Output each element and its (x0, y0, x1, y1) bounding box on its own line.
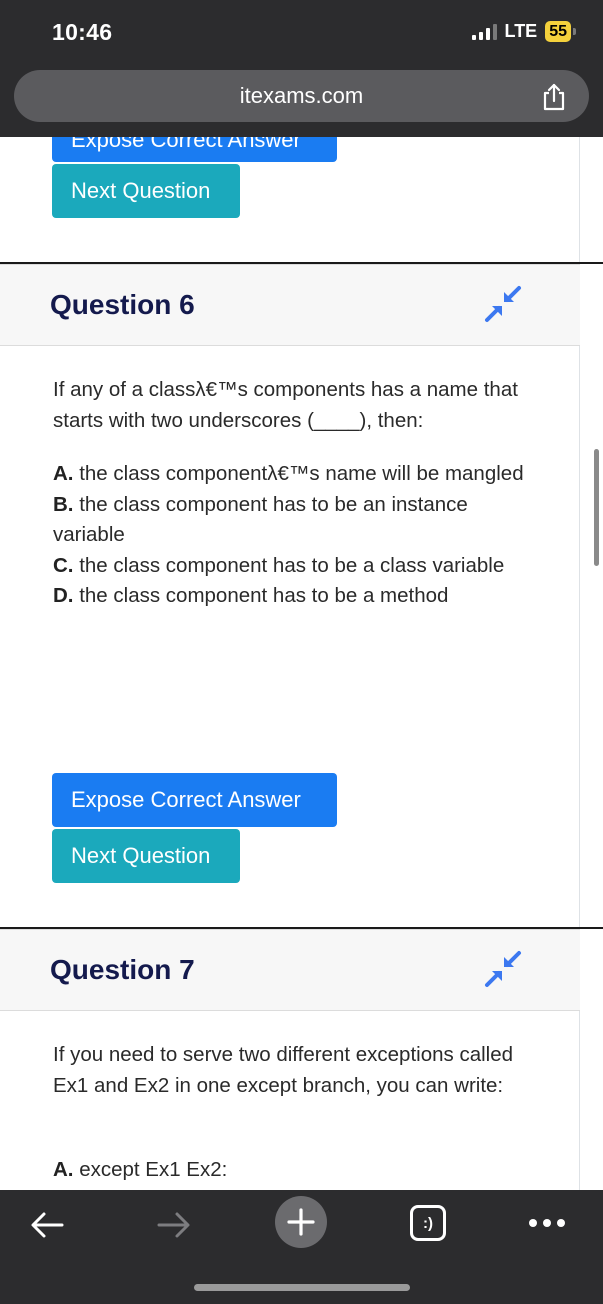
answer-b: B. the class component has to be an inst… (53, 492, 468, 547)
browser-top-chrome: 10:46 LTE 55 itexams.com (0, 0, 603, 137)
answer-a: A. except Ex1 Ex2: (53, 1158, 228, 1181)
compress-icon[interactable] (484, 285, 522, 323)
more-icon[interactable] (527, 1218, 567, 1228)
home-indicator[interactable] (194, 1284, 410, 1291)
signal-icon (471, 23, 497, 40)
scrollbar-thumb[interactable] (594, 449, 599, 566)
status-indicators: LTE 55 (471, 21, 576, 42)
url-text: itexams.com (239, 83, 364, 108)
plus-icon[interactable] (275, 1196, 327, 1248)
question-6-text: If any of a classλ€™s components has a n… (53, 378, 518, 432)
battery-icon: 55 (545, 21, 576, 42)
question-7-header: Question 7 (0, 929, 580, 1011)
next-question-button[interactable]: Next Question (52, 829, 240, 883)
address-bar[interactable]: itexams.com (14, 70, 589, 122)
question-6-title: Question 6 (50, 289, 195, 320)
tabs-icon[interactable]: :) (410, 1205, 446, 1241)
back-arrow-icon[interactable] (28, 1208, 66, 1242)
compress-icon[interactable] (484, 950, 522, 988)
answer-d: D. the class component has to be a metho… (53, 584, 449, 607)
web-page: Expose Correct Answer Next Question Ques… (0, 0, 603, 1304)
share-icon[interactable] (541, 83, 567, 111)
forward-arrow-icon[interactable] (155, 1208, 193, 1242)
answer-a: A. the class componentλ€™s name will be … (53, 462, 524, 485)
next-question-button-prev[interactable]: Next Question (52, 164, 240, 218)
status-time: 10:46 (52, 19, 113, 45)
answer-c: C. the class component has to be a class… (53, 553, 505, 577)
network-type: LTE (504, 21, 538, 41)
question-7-title: Question 7 (50, 954, 195, 985)
expose-correct-answer-button[interactable]: Expose Correct Answer (52, 773, 337, 827)
question-7-answers: A. except Ex1 Ex2: (53, 1155, 533, 1186)
question-6-answers: A. the class componentλ€™s name will be … (53, 459, 533, 612)
question-7-text: If you need to serve two different excep… (53, 1043, 514, 1097)
question-6-header: Question 6 (0, 264, 580, 346)
